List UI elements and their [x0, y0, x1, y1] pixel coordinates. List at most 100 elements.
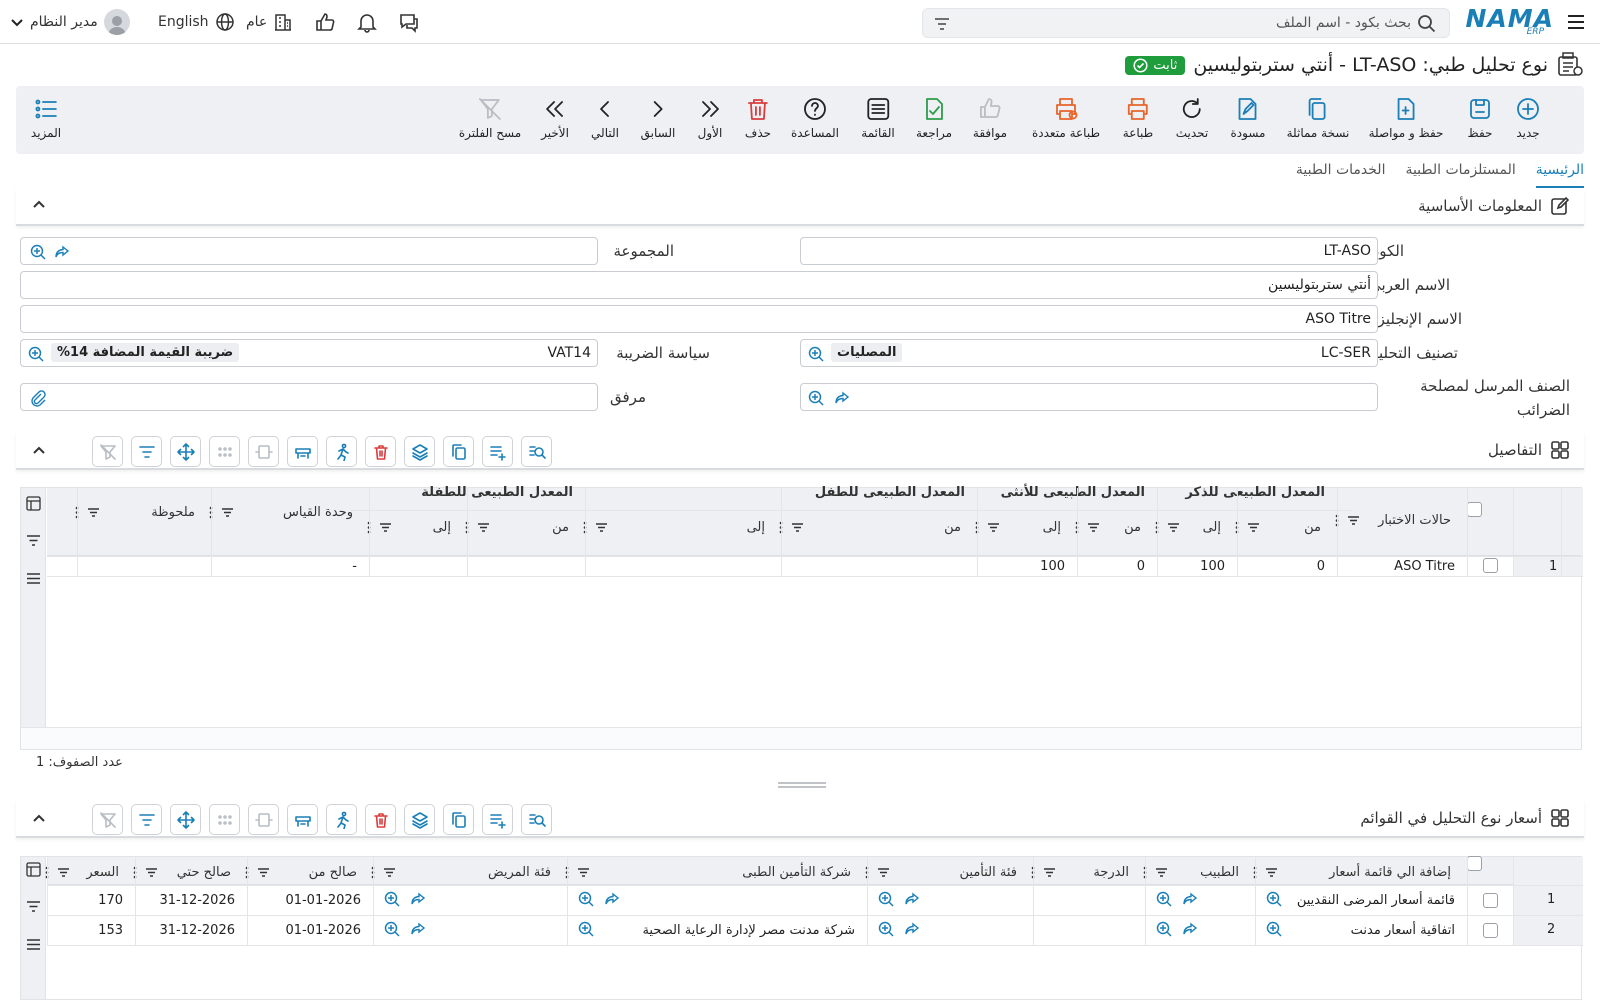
column-range-to[interactable]: إلى — [1155, 517, 1235, 537]
toolbar-next-button[interactable]: التالي — [591, 96, 619, 140]
collapse-chevron-up-icon[interactable] — [32, 812, 46, 826]
grid-copy-button[interactable] — [443, 436, 474, 467]
column-price-7[interactable]: صالح حتي — [133, 862, 245, 882]
table-settings-icon[interactable] — [26, 862, 41, 877]
grid-table-row-button[interactable] — [287, 804, 318, 835]
grid-filter-button[interactable] — [131, 804, 162, 835]
table-settings-icon[interactable] — [26, 496, 41, 511]
column-filter-icon[interactable] — [57, 866, 70, 879]
grid-add-row-button[interactable] — [482, 804, 513, 835]
cell-female-to[interactable]: 100 — [1040, 559, 1065, 574]
column-filter-icon[interactable] — [1043, 866, 1056, 879]
cell-insurance-company[interactable]: شركة مدنت مصر لإدارة الرعاية الصحية — [642, 923, 855, 938]
grid-layers-button[interactable] — [404, 804, 435, 835]
grid-fit-columns-button[interactable] — [248, 436, 279, 467]
grid-dots-grid-button[interactable] — [209, 436, 240, 467]
toolbar-thumbs-up-button[interactable]: موافقة — [973, 96, 1007, 140]
collapse-chevron-up-icon[interactable] — [32, 198, 46, 212]
column-filter-icon[interactable] — [1265, 866, 1278, 879]
search-add-icon[interactable] — [807, 389, 825, 407]
column-range-from[interactable]: من — [465, 517, 583, 537]
share-arrow-icon[interactable] — [53, 243, 71, 261]
column-filter-icon[interactable] — [1087, 521, 1100, 534]
app-logo[interactable]: NAMA ERP — [1466, 4, 1554, 38]
filter-icon[interactable] — [26, 533, 41, 548]
tab-main[interactable]: الرئيسية — [1535, 156, 1584, 188]
toolbar-review-button[interactable]: مراجعة — [916, 96, 952, 140]
column-range-from[interactable]: من — [779, 517, 975, 537]
column-filter-icon[interactable] — [1167, 521, 1180, 534]
cell-valid-to[interactable]: 31-12-2026 — [159, 923, 235, 938]
column-test-case[interactable]: حالات الاختبار — [1335, 510, 1465, 530]
cell-price[interactable]: 153 — [98, 923, 123, 938]
tab-medical-supplies[interactable]: المستلزمات الطبية — [1405, 156, 1515, 188]
select-all-checkbox[interactable] — [1467, 856, 1482, 871]
column-filter-icon[interactable] — [877, 866, 890, 879]
tax-policy-field[interactable]: VAT14 ضريبة القيمة المضافة 14% — [20, 339, 598, 367]
grid-clear-filter-button[interactable] — [92, 436, 123, 467]
toolbar-save-continue-button[interactable]: حفظ و مواصلة — [1369, 96, 1443, 140]
english-name-field[interactable]: ASO Titre — [20, 305, 1378, 333]
search-add-icon[interactable] — [1155, 920, 1173, 938]
row-checkbox[interactable] — [1483, 923, 1498, 938]
arabic-name-field[interactable]: أنتي ستربتوليسين — [20, 271, 1378, 299]
column-filter-icon[interactable] — [257, 866, 270, 879]
grid-layers-button[interactable] — [404, 436, 435, 467]
grid-copy-button[interactable] — [443, 804, 474, 835]
grid-running-button[interactable] — [326, 436, 357, 467]
grid-dots-grid-button[interactable] — [209, 804, 240, 835]
column-price-8[interactable]: السعر — [45, 862, 133, 882]
grid-search-rows-button[interactable] — [521, 804, 552, 835]
search-add-icon[interactable] — [1265, 920, 1283, 938]
share-arrow-icon[interactable] — [409, 920, 427, 938]
search-add-icon[interactable] — [29, 243, 47, 261]
column-filter-icon[interactable] — [145, 866, 158, 879]
test-category-field[interactable]: LC-SER المصليات — [800, 339, 1378, 367]
select-all-checkbox[interactable] — [1467, 502, 1482, 517]
column-range-to[interactable]: إلى — [583, 517, 779, 537]
share-arrow-icon[interactable] — [903, 890, 921, 908]
column-price-2[interactable]: الدرجة — [1031, 862, 1143, 882]
toolbar-clear-filter-button[interactable]: مسح الفلترة — [459, 96, 521, 140]
toolbar-last-button[interactable]: الأخير — [541, 96, 569, 140]
share-arrow-icon[interactable] — [1181, 890, 1199, 908]
search-add-icon[interactable] — [383, 890, 401, 908]
search-add-icon[interactable] — [27, 345, 45, 363]
cell-test-case[interactable]: ASO Titre — [1394, 559, 1455, 574]
column-price-6[interactable]: صالح من — [245, 862, 371, 882]
row-number[interactable]: 1 — [1547, 892, 1555, 907]
row-number[interactable]: 2 — [1547, 922, 1555, 937]
approvals-thumbs-up-icon[interactable] — [314, 10, 336, 34]
grid-trash-button[interactable] — [365, 804, 396, 835]
search-add-icon[interactable] — [577, 920, 595, 938]
cell-unit[interactable]: - — [352, 559, 357, 574]
code-field[interactable]: LT-ASO — [800, 237, 1378, 265]
column-note[interactable]: ملحوظة — [75, 502, 209, 522]
toolbar-draft-button[interactable]: مسودة — [1231, 96, 1265, 140]
column-price-0[interactable]: إضافة الي قائمة أسعار — [1253, 862, 1465, 882]
paperclip-icon[interactable] — [29, 389, 47, 407]
cell-price-list[interactable]: اتفاقية أسعار مدنت — [1351, 923, 1455, 938]
grid-running-button[interactable] — [326, 804, 357, 835]
search-add-icon[interactable] — [1265, 890, 1283, 908]
column-filter-icon[interactable] — [577, 866, 590, 879]
cell-male-to[interactable]: 100 — [1200, 559, 1225, 574]
grid-move-button[interactable] — [170, 436, 201, 467]
messages-icon[interactable] — [398, 10, 420, 34]
cell-valid-to[interactable]: 31-12-2026 — [159, 893, 235, 908]
filter-icon[interactable] — [933, 15, 951, 33]
search-add-icon[interactable] — [877, 890, 895, 908]
grid-move-button[interactable] — [170, 804, 201, 835]
column-price-3[interactable]: فئة التأمين — [865, 862, 1031, 882]
tab-medical-services[interactable]: الخدمات الطبية — [1296, 156, 1386, 188]
cell-price-list[interactable]: قائمة أسعار المرضى النقديين — [1297, 893, 1455, 908]
grid-table-row-button[interactable] — [287, 436, 318, 467]
share-arrow-icon[interactable] — [1181, 920, 1199, 938]
attachment-field[interactable] — [20, 383, 598, 411]
grid-fit-columns-button[interactable] — [248, 804, 279, 835]
toolbar-multi-print-button[interactable]: طباعة متعددة — [1032, 96, 1100, 140]
branch-selector[interactable]: عام — [246, 10, 293, 34]
toolbar-refresh-button[interactable]: تحديث — [1176, 96, 1208, 140]
column-price-5[interactable]: فئة المريض — [371, 862, 565, 882]
search-box[interactable]: بحث بكود - اسم الملف — [922, 8, 1450, 38]
